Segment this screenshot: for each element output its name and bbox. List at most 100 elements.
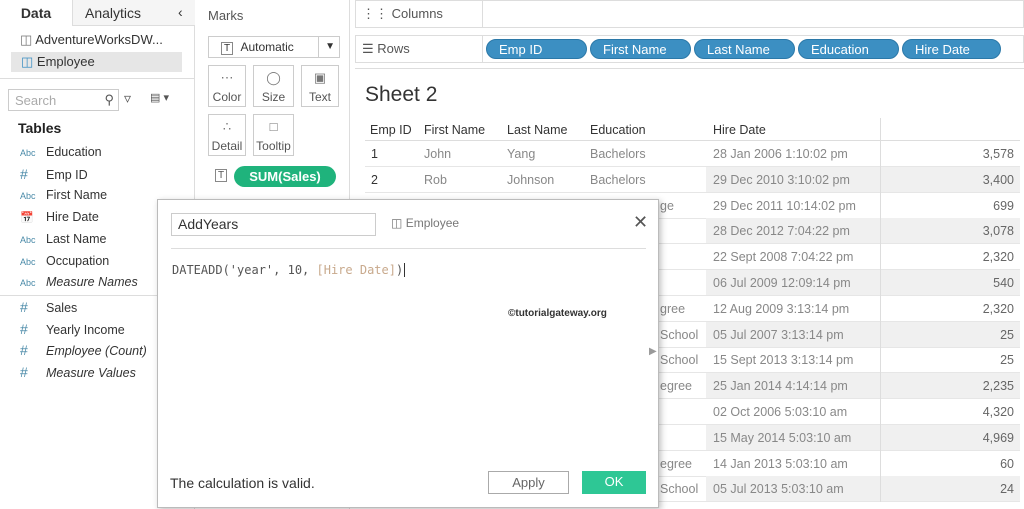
size-icon: ◯: [266, 70, 281, 85]
string-type-icon: Abc: [20, 148, 36, 158]
tooltip-card[interactable]: □ Tooltip: [253, 114, 294, 156]
columns-icon: ⋮⋮: [362, 6, 388, 21]
marks-title: Marks: [208, 8, 244, 23]
field-label: Yearly Income: [46, 322, 125, 337]
cell-sales: 3,400: [982, 172, 1014, 187]
cell-hire-date: 15 May 2014 5:03:10 am: [713, 430, 852, 445]
apply-button[interactable]: Apply: [488, 471, 569, 494]
field-label: Last Name: [46, 231, 107, 246]
cell-education: School: [660, 353, 699, 368]
cell-hire-date: 02 Oct 2006 5:03:10 am: [713, 405, 848, 419]
header-emp-id[interactable]: Emp ID: [370, 123, 412, 137]
tooltip-icon: □: [269, 119, 278, 134]
pill-first-name[interactable]: First Name: [590, 39, 691, 59]
expand-arrow-icon[interactable]: ▶: [649, 346, 657, 357]
cell-sales: 24: [1000, 482, 1014, 497]
database-icon: ◫: [391, 216, 403, 230]
field-label: Employee (Count): [46, 344, 147, 359]
card-label: Size: [261, 90, 286, 104]
divider: [482, 1, 483, 27]
cell-hire-date: 29 Dec 2010 3:10:02 pm: [713, 172, 850, 187]
detail-card[interactable]: ∴ Detail: [208, 114, 246, 156]
cell-last-name: Johnson: [507, 172, 555, 187]
cell-sales: 2,320: [982, 250, 1014, 265]
filter-icon[interactable]: ▿: [124, 90, 131, 107]
datasource-adventureworks[interactable]: ◫ AdventureWorksDW...: [20, 32, 163, 48]
mark-type-select[interactable]: T Automatic ▼: [208, 36, 340, 58]
field-sales[interactable]: # Sales: [20, 297, 77, 317]
field-measure-names[interactable]: Abc Measure Names: [20, 272, 138, 292]
color-card[interactable]: ⋯ Color: [208, 65, 246, 107]
text-icon: T: [215, 169, 228, 182]
tab-analytics[interactable]: Analytics: [72, 0, 195, 26]
field-yearly-income[interactable]: # Yearly Income: [20, 319, 125, 339]
string-type-icon: Abc: [20, 278, 36, 289]
cell-education: ge: [660, 198, 674, 213]
tables-heading: Tables: [18, 120, 62, 136]
pill-education[interactable]: Education: [798, 39, 899, 59]
datasource-employee[interactable]: ◫ Employee: [11, 52, 182, 72]
divider: [880, 118, 881, 140]
chevron-down-icon: ▼: [318, 37, 335, 57]
cell-sales: 540: [993, 276, 1014, 290]
datasource-label: AdventureWorksDW...: [35, 32, 163, 47]
rows-label: Rows: [377, 41, 410, 56]
text-icon: ▣: [313, 70, 327, 85]
field-hire-date[interactable]: 📅 Hire Date: [20, 207, 99, 227]
field-emp-id[interactable]: # Emp ID: [20, 164, 88, 184]
field-label: Measure Names: [46, 275, 138, 290]
ok-button[interactable]: OK: [582, 471, 646, 494]
formula-function: DATEADD(: [172, 263, 230, 277]
string-type-icon: Abc: [20, 234, 36, 245]
date-type-icon: 📅: [20, 212, 34, 225]
columns-label: Columns: [391, 6, 443, 21]
divider: [171, 248, 646, 249]
divider: [482, 36, 483, 62]
field-label: First Name: [46, 188, 108, 203]
columns-shelf[interactable]: ⋮⋮ Columns: [355, 0, 1024, 28]
calculation-name-input[interactable]: AddYears: [171, 213, 376, 236]
cell-education: Bachelors: [590, 172, 646, 187]
cell-last-name: Yang: [507, 147, 536, 161]
card-label: Color: [212, 90, 242, 104]
pill-emp-id[interactable]: Emp ID: [486, 39, 587, 59]
header-last-name[interactable]: Last Name: [507, 123, 567, 137]
text-card[interactable]: ▣ Text: [301, 65, 339, 107]
formula-end: ): [395, 263, 404, 277]
field-last-name[interactable]: Abc Last Name: [20, 229, 106, 249]
view-list-icon[interactable]: ▤ ▾: [150, 91, 169, 104]
pill-hire-date[interactable]: Hire Date: [902, 39, 1001, 59]
rows-shelf[interactable]: ☰ Rows Emp ID First Name Last Name Educa…: [355, 35, 1024, 63]
color-dots-icon: ⋯: [220, 70, 234, 85]
tab-data[interactable]: Data: [0, 0, 72, 26]
field-label: Occupation: [46, 253, 110, 268]
divider: [355, 68, 1024, 69]
formula-args: 'year', 10,: [229, 263, 317, 277]
cell-hire-date: 28 Dec 2012 7:04:22 pm: [713, 224, 850, 239]
card-label: Detail: [211, 139, 243, 153]
validation-status: The calculation is valid.: [170, 475, 315, 491]
number-type-icon: #: [20, 165, 28, 182]
field-measure-values[interactable]: # Measure Values: [20, 362, 136, 382]
header-first-name[interactable]: First Name: [424, 123, 485, 137]
cell-sales: 3,578: [982, 147, 1014, 161]
field-employee-count-[interactable]: # Employee (Count): [20, 340, 147, 360]
search-placeholder: Search: [15, 93, 57, 108]
cell-first-name: Rob: [424, 172, 447, 187]
rows-icon: ☰: [362, 41, 374, 56]
field-occupation[interactable]: Abc Occupation: [20, 251, 109, 271]
size-card[interactable]: ◯ Size: [253, 65, 294, 107]
cell-hire-date: 15 Sept 2013 3:13:14 pm: [713, 353, 854, 368]
field-first-name[interactable]: Abc First Name: [20, 185, 107, 205]
field-education[interactable]: Abc Education: [20, 142, 102, 162]
cell-hire-date: 22 Sept 2008 7:04:22 pm: [713, 250, 854, 265]
pill-last-name[interactable]: Last Name: [694, 39, 795, 59]
chevron-left-icon[interactable]: ‹: [178, 4, 183, 20]
database-icon: ◫: [20, 32, 33, 47]
header-hire-date[interactable]: Hire Date: [713, 123, 766, 137]
close-icon[interactable]: ✕: [633, 212, 648, 233]
header-education[interactable]: Education: [590, 123, 646, 137]
search-input[interactable]: Search ⚲: [8, 89, 119, 111]
formula-editor[interactable]: DATEADD('year', 10, [Hire Date]): [172, 263, 406, 277]
sum-sales-pill[interactable]: SUM(Sales): [234, 166, 336, 187]
